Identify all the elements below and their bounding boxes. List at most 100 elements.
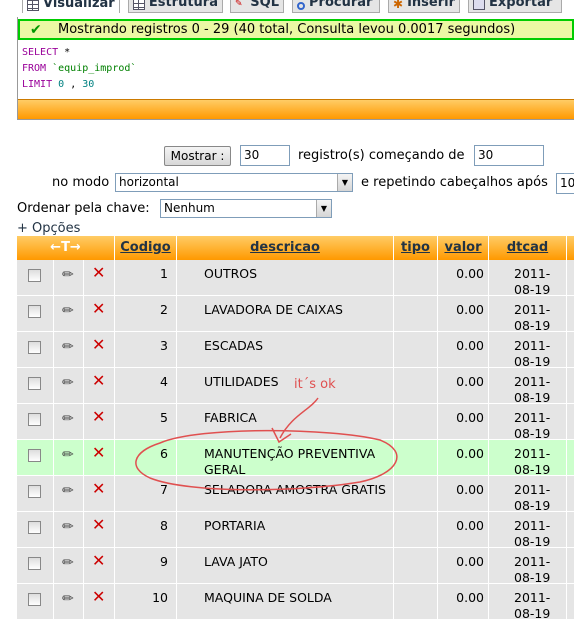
- row-checkbox[interactable]: [28, 557, 41, 570]
- tab-sql[interactable]: ✎ SQL: [230, 0, 284, 13]
- cell-descricao: SELADORA AMOSTRA GRATIS: [177, 476, 394, 511]
- column-resize-handle[interactable]: ←T→: [17, 236, 115, 260]
- delete-icon[interactable]: ✕: [92, 445, 105, 461]
- table-row: ✏ ✕ 9 LAVA JATO 0.00 2011-08-19: [17, 548, 574, 585]
- row-checkbox[interactable]: [28, 413, 41, 426]
- chevron-down-icon: ▼: [337, 174, 352, 191]
- overflow-cell: [567, 296, 574, 331]
- tab-inserir[interactable]: ✱ Inserir: [388, 0, 460, 13]
- edit-pencil-icon[interactable]: ✏: [62, 411, 74, 427]
- select-cell: [17, 368, 54, 403]
- start-input[interactable]: 30: [474, 145, 544, 166]
- row-checkbox[interactable]: [28, 593, 41, 606]
- mode-select[interactable]: horizontal ▼: [115, 173, 353, 192]
- query-result-box: ✔ Mostrando registros 0 - 29 (40 total, …: [17, 17, 574, 120]
- export-icon: [473, 0, 485, 10]
- edit-pencil-icon[interactable]: ✏: [62, 519, 74, 535]
- edit-cell: ✏: [54, 476, 84, 511]
- edit-cell: ✏: [54, 404, 84, 439]
- delete-icon[interactable]: ✕: [92, 373, 105, 389]
- delete-icon[interactable]: ✕: [92, 553, 105, 569]
- cell-tipo: [394, 548, 438, 583]
- edit-pencil-icon[interactable]: ✏: [62, 375, 74, 391]
- edit-cell: ✏: [54, 548, 84, 583]
- select-cell: [17, 296, 54, 331]
- cell-dtcad: 2011-08-19: [489, 440, 567, 477]
- cell-tipo: [394, 368, 438, 403]
- cell-codigo: 8: [115, 512, 177, 547]
- cell-valor: 0.00: [438, 332, 489, 367]
- cell-codigo: 9: [115, 548, 177, 583]
- table-row: ✏ ✕ 3 ESCADAS 0.00 2011-08-19: [17, 332, 574, 369]
- cell-tipo: [394, 296, 438, 331]
- table-row: ✏ ✕ 8 PORTARIA 0.00 2011-08-19: [17, 512, 574, 549]
- sql-comma: ,: [70, 79, 77, 90]
- row-checkbox[interactable]: [28, 521, 41, 534]
- repeat-input[interactable]: 10: [556, 173, 574, 194]
- rows-label: registro(s) começando de: [298, 148, 465, 163]
- edit-pencil-icon[interactable]: ✏: [62, 303, 74, 319]
- cell-tipo: [394, 584, 438, 619]
- order-select[interactable]: Nenhum ▼: [160, 199, 332, 218]
- cell-tipo: [394, 512, 438, 547]
- cell-valor: 0.00: [438, 584, 489, 619]
- tab-visualizar[interactable]: Visualizar: [22, 0, 120, 13]
- cell-codigo: 5: [115, 404, 177, 439]
- edit-pencil-icon[interactable]: ✏: [62, 267, 74, 283]
- order-select-value: Nenhum: [164, 201, 215, 215]
- edit-pencil-icon[interactable]: ✏: [62, 339, 74, 355]
- column-header-codigo[interactable]: Codigo: [115, 236, 177, 260]
- edit-pencil-icon[interactable]: ✏: [62, 447, 74, 463]
- cell-valor: 0.00: [438, 512, 489, 547]
- delete-icon[interactable]: ✕: [92, 409, 105, 425]
- sql-offset: 0: [58, 79, 65, 90]
- row-checkbox[interactable]: [28, 341, 41, 354]
- delete-icon[interactable]: ✕: [92, 589, 105, 605]
- column-header-valor[interactable]: valor: [438, 236, 489, 260]
- column-header-dtcad[interactable]: dtcad: [489, 236, 567, 260]
- cell-dtcad: 2011-08-19: [489, 332, 567, 369]
- edit-pencil-icon[interactable]: ✏: [62, 591, 74, 607]
- show-button[interactable]: Mostrar :: [164, 146, 231, 166]
- row-checkbox[interactable]: [28, 305, 41, 318]
- edit-pencil-icon[interactable]: ✏: [62, 483, 74, 499]
- table-row: ✏ ✕ 5 FABRICA 0.00 2011-08-19: [17, 404, 574, 441]
- options-link[interactable]: + Opções: [17, 221, 80, 236]
- column-header-descricao[interactable]: descricao: [177, 236, 394, 260]
- cell-dtcad: 2011-08-19: [489, 548, 567, 585]
- row-checkbox[interactable]: [28, 377, 41, 390]
- tab-exportar[interactable]: Exportar: [468, 0, 562, 13]
- tab-estrutura[interactable]: Estrutura: [128, 0, 223, 13]
- cell-descricao: MANUTENÇÃO PREVENTIVA GERAL: [177, 440, 394, 477]
- rows-input[interactable]: 30: [240, 145, 290, 166]
- row-checkbox[interactable]: [28, 449, 41, 462]
- sql-star: *: [64, 47, 71, 58]
- cell-valor: 0.00: [438, 548, 489, 583]
- column-header-tipo[interactable]: tipo: [394, 236, 438, 260]
- cell-valor: 0.00: [438, 440, 489, 475]
- delete-icon[interactable]: ✕: [92, 265, 105, 281]
- cell-descricao: FABRICA: [177, 404, 394, 439]
- overflow-cell: [567, 404, 574, 439]
- row-checkbox[interactable]: [28, 485, 41, 498]
- delete-icon[interactable]: ✕: [92, 301, 105, 317]
- cell-descricao: PORTARIA: [177, 512, 394, 547]
- overflow-cell: [567, 512, 574, 547]
- tab-procurar[interactable]: Procurar: [292, 0, 380, 13]
- delete-cell: ✕: [84, 296, 115, 331]
- edit-pencil-icon[interactable]: ✏: [62, 555, 74, 571]
- edit-cell: ✏: [54, 440, 84, 475]
- column-header-more: [567, 236, 574, 260]
- cell-tipo: [394, 404, 438, 439]
- delete-icon[interactable]: ✕: [92, 481, 105, 497]
- cell-tipo: [394, 440, 438, 475]
- overflow-cell: [567, 584, 574, 619]
- cell-codigo: 2: [115, 296, 177, 331]
- cell-valor: 0.00: [438, 404, 489, 439]
- cell-dtcad: 2011-08-19: [489, 296, 567, 333]
- delete-icon[interactable]: ✕: [92, 337, 105, 353]
- delete-icon[interactable]: ✕: [92, 517, 105, 533]
- cell-dtcad: 2011-08-19: [489, 512, 567, 549]
- row-checkbox[interactable]: [28, 269, 41, 282]
- select-cell: [17, 476, 54, 511]
